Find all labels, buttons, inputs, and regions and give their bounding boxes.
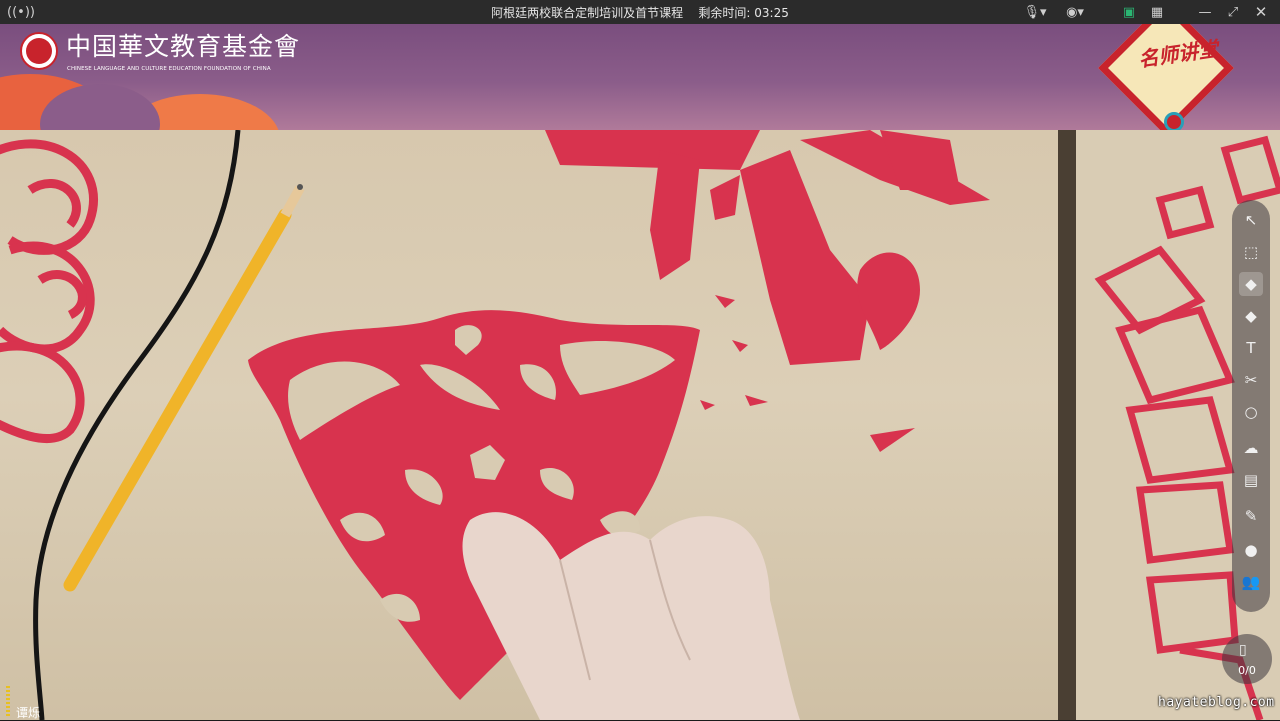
paper-cutting-scene xyxy=(0,130,1280,720)
chat-icon[interactable]: ● xyxy=(1239,538,1263,562)
audio-level-indicator xyxy=(6,686,10,716)
users-icon[interactable]: 👥 xyxy=(1239,570,1263,594)
whiteboard-toolbar: ↖ ⬚ ◆ ◆ T ✂ ○ ☁ ▤ ✎ ● 👥 xyxy=(1232,200,1270,612)
course-banner: 中国華文教育基金會 CHINESE LANGUAGE AND CULTURE E… xyxy=(0,24,1280,130)
close-button[interactable]: ✕ xyxy=(1250,2,1272,22)
toolbox-icon[interactable]: ▤ xyxy=(1239,468,1263,492)
text-tool-icon[interactable]: T xyxy=(1239,336,1263,360)
cable xyxy=(33,130,241,720)
pen-icon[interactable]: ◆ xyxy=(1239,304,1263,328)
select-tool-icon[interactable]: ↖ xyxy=(1239,208,1263,232)
edit-icon[interactable]: ✎ xyxy=(1239,504,1263,528)
screen-share-icon[interactable]: ▣ xyxy=(1118,2,1140,22)
hand xyxy=(462,512,800,720)
watermark: hayateblog.com xyxy=(1158,695,1275,710)
page-counter-button[interactable]: ▯ 0/0 xyxy=(1222,634,1272,684)
shape-tool-icon[interactable]: ○ xyxy=(1239,400,1263,424)
foundation-logo: 中国華文教育基金會 CHINESE LANGUAGE AND CULTURE E… xyxy=(20,32,301,72)
foundation-name-en: CHINESE LANGUAGE AND CULTURE EDUCATION F… xyxy=(67,66,271,72)
page-counter: 0/0 xyxy=(1238,664,1256,677)
minimize-button[interactable]: — xyxy=(1194,2,1216,22)
remaining-time: 03:25 xyxy=(754,6,789,20)
eraser-icon[interactable]: ◆ xyxy=(1239,272,1263,296)
marquee-select-icon[interactable]: ⬚ xyxy=(1239,240,1263,264)
layout-grid-icon[interactable]: ▦ xyxy=(1146,2,1168,22)
camera-menu-button[interactable]: ◉▾ xyxy=(1058,2,1092,22)
foundation-seal-icon xyxy=(20,32,58,70)
paper-cut-left xyxy=(0,139,98,444)
cloud-icon[interactable]: ☁ xyxy=(1239,436,1263,460)
remaining-time-label: 剩余时间: xyxy=(698,6,751,20)
master-lecture-badge: 名师讲堂 xyxy=(1098,24,1240,130)
cloud-ornament-icon xyxy=(1164,112,1184,130)
speaker-name: 谭烁 xyxy=(16,706,41,720)
scissors-icon[interactable]: ✂ xyxy=(1239,368,1263,392)
fullscreen-button[interactable]: ⤢ xyxy=(1222,2,1244,22)
slides-icon: ▯ xyxy=(1239,642,1247,658)
video-feed xyxy=(0,130,1280,720)
title-bar: ((•)) 阿根廷两校联合定制培训及首节课程 剩余时间: 03:25 🎙▾ ◉▾… xyxy=(0,0,1280,25)
course-title: 阿根廷两校联合定制培训及首节课程 xyxy=(491,6,684,20)
foundation-name-cn: 中国華文教育基金會 xyxy=(66,32,301,61)
microphone-menu-button[interactable]: 🎙▾ xyxy=(1018,2,1052,22)
table-seam xyxy=(1058,130,1076,720)
